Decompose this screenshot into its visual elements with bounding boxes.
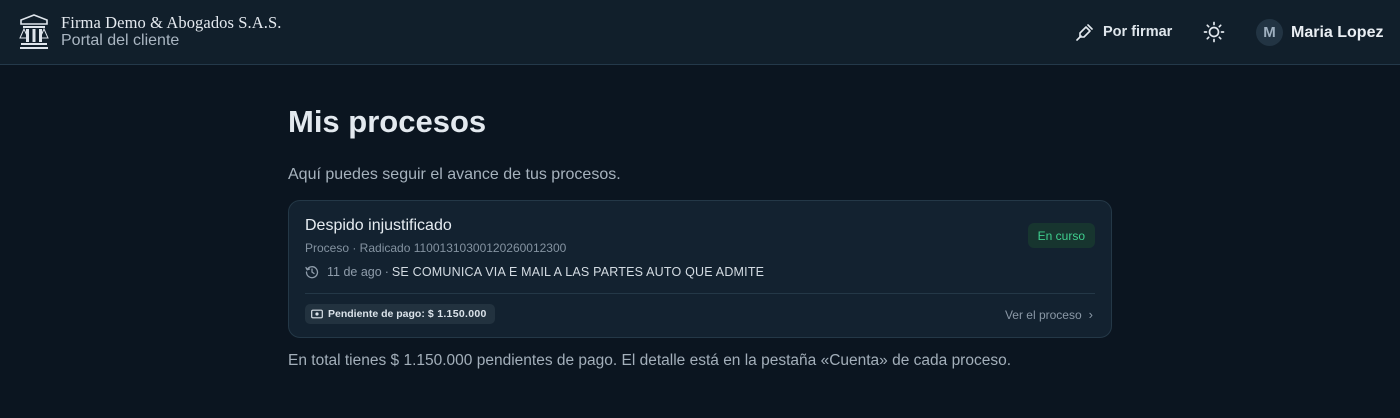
activity-separator: · <box>384 265 389 279</box>
firm-name: Firma Demo & Abogados S.A.S. <box>61 13 282 32</box>
page-title: Mis procesos <box>288 104 487 139</box>
portal-label: Portal del cliente <box>61 32 180 49</box>
brand[interactable]: Firma Demo & Abogados S.A.S. Portal del … <box>18 13 282 51</box>
payment-badge: Pendiente de pago: $ 1.150.000 <box>305 304 495 324</box>
last-activity: 11 de ago · SE COMUNICA VIA E MAIL A LAS… <box>305 265 764 279</box>
theme-toggle-button[interactable] <box>1203 21 1225 43</box>
main-content: Mis procesos Aquí puedes seguir el avanc… <box>288 101 1112 185</box>
total-pending-note: En total tienes $ 1.150.000 pendientes d… <box>288 352 1012 369</box>
top-bar: Firma Demo & Abogados S.A.S. Portal del … <box>0 0 1400 65</box>
status-badge: En curso <box>1027 223 1095 248</box>
pending-sign-button[interactable]: Por firmar <box>1076 21 1172 43</box>
activity-text: SE COMUNICA VIA E MAIL A LAS PARTES AUTO… <box>391 265 765 279</box>
process-title: Despido injustificado <box>305 217 452 234</box>
money-icon <box>311 309 323 319</box>
process-card[interactable]: Despido injustificado Proceso · Radicado… <box>288 200 1112 338</box>
chevron-right-icon: › <box>1088 307 1093 322</box>
view-process-label: Ver el proceso <box>1004 307 1082 322</box>
pending-sign-label: Por firmar <box>1103 24 1173 40</box>
history-clock-icon <box>305 266 319 279</box>
user-name: Maria Lopez <box>1291 23 1384 41</box>
view-process-link[interactable]: Ver el proceso › <box>1005 307 1093 322</box>
avatar: M <box>1256 19 1283 46</box>
card-divider <box>305 293 1095 294</box>
user-menu[interactable]: M Maria Lopez <box>1256 19 1383 46</box>
sun-theme-icon <box>1203 21 1225 43</box>
pen-sign-icon <box>1076 23 1093 41</box>
scales-logo-icon <box>19 14 49 49</box>
payment-label: Pendiente de pago: <box>328 308 425 320</box>
activity-time: 11 de ago <box>327 265 382 279</box>
page-description: Aquí puedes seguir el avance de tus proc… <box>288 166 621 183</box>
payment-amount: $ 1.150.000 <box>427 308 487 320</box>
process-meta: Proceso · Radicado 110013103001202600123… <box>305 241 567 255</box>
